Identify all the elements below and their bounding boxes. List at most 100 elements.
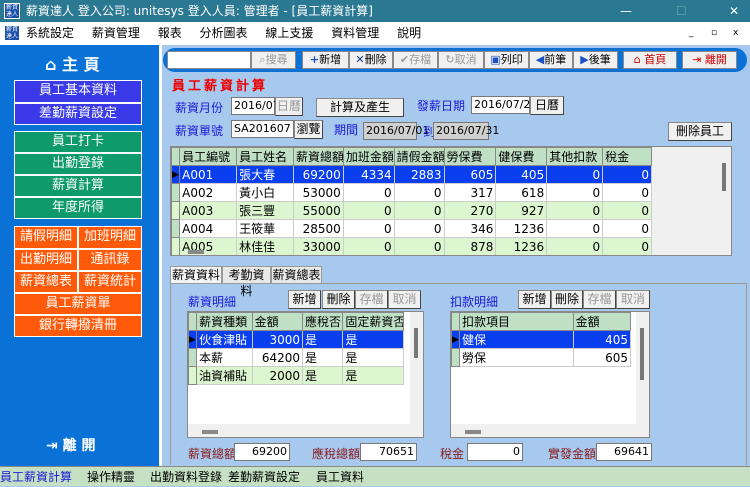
column-header[interactable]: 其他扣款 [546, 147, 604, 166]
salary-save-button[interactable]: 存檔 [355, 290, 388, 309]
home-link[interactable]: ⌂ 主 頁 [45, 51, 100, 75]
vertical-scrollbar[interactable] [722, 163, 726, 191]
table-row[interactable]: 本薪 64200 是是 [188, 348, 404, 367]
row-indicator[interactable] [171, 237, 181, 255]
salary-delete-button[interactable]: 刪除 [322, 290, 355, 309]
sidebar-attendance-detail[interactable]: 出勤明細 [14, 249, 78, 271]
sidebar-bank-transfer[interactable]: 銀行轉撥清冊 [14, 315, 142, 337]
table-cell[interactable]: 0 [342, 237, 395, 255]
table-cell[interactable]: 1236 [495, 219, 548, 238]
menu-salary[interactable]: 薪資管理 [92, 22, 140, 45]
cancel-button[interactable]: ↻取消 [438, 51, 484, 69]
salary-add-button[interactable]: 新增 [288, 290, 321, 309]
table-cell[interactable]: 0 [393, 219, 445, 238]
table-cell[interactable]: A002 [179, 183, 238, 202]
column-header[interactable]: 加班金額 [342, 147, 395, 166]
table-cell[interactable]: 油資補貼 [196, 366, 253, 385]
horizontal-scrollbar[interactable] [202, 430, 218, 434]
column-header[interactable]: 勞保費 [443, 147, 497, 166]
table-row[interactable]: 勞保 605 [451, 348, 632, 367]
table-cell[interactable]: 王筱華 [236, 219, 294, 238]
status-tab-employee-data[interactable]: 員工資料 [316, 467, 364, 487]
table-cell[interactable]: 林佳佳 [236, 237, 294, 255]
search-input[interactable] [167, 51, 251, 69]
sidebar-salary-stats[interactable]: 薪資統計 [78, 271, 142, 293]
menu-data[interactable]: 資料管理 [331, 22, 379, 45]
salary-cancel-button[interactable]: 取消 [388, 290, 421, 309]
table-cell[interactable]: 405 [572, 330, 632, 349]
row-indicator[interactable] [171, 201, 181, 220]
table-cell[interactable]: 0 [342, 183, 395, 202]
row-indicator[interactable] [188, 366, 198, 385]
table-row[interactable]: A003 張三豐 55000 0 0 270 927 0 0 [171, 201, 652, 220]
row-indicator[interactable]: ▶ [171, 165, 181, 184]
table-cell[interactable]: 0 [393, 237, 445, 255]
table-cell[interactable]: 0 [546, 201, 604, 220]
sidebar-overtime-detail[interactable]: 加班明細 [78, 226, 142, 249]
table-cell[interactable]: 317 [443, 183, 497, 202]
sidebar-salary-summary[interactable]: 薪資總表 [14, 271, 78, 293]
table-row[interactable]: A005 林佳佳 33000 0 0 878 1236 0 0 [171, 237, 652, 255]
column-header[interactable]: 扣款項目 [459, 312, 574, 331]
table-cell[interactable]: 69200 [293, 165, 344, 184]
table-row[interactable]: A004 王筱華 28500 0 0 346 1236 0 0 [171, 219, 652, 238]
prev-button[interactable]: ◀前筆 [529, 51, 573, 69]
table-cell[interactable]: 本薪 [196, 348, 253, 367]
table-cell[interactable]: 黃小白 [236, 183, 294, 202]
table-cell[interactable]: 0 [602, 183, 652, 202]
row-indicator[interactable] [451, 348, 461, 367]
table-cell[interactable]: 618 [495, 183, 548, 202]
table-row[interactable]: ▶ 健保 405 [451, 330, 632, 349]
add-button[interactable]: +新增 [302, 51, 349, 69]
menu-support[interactable]: 線上支援 [265, 22, 313, 45]
column-header[interactable]: 金額 [572, 312, 632, 331]
table-row[interactable]: ▶ A001 張大春 69200 4334 2883 605 405 0 0 [171, 165, 652, 184]
sidebar-employee-basic[interactable]: 員工基本資料 [14, 80, 142, 103]
table-cell[interactable]: 0 [602, 165, 652, 184]
table-cell[interactable]: 0 [342, 201, 395, 220]
menu-system[interactable]: 系統設定 [26, 22, 74, 45]
vertical-scrollbar[interactable] [414, 328, 418, 358]
table-cell[interactable]: 1236 [495, 237, 548, 255]
table-cell[interactable]: 0 [546, 219, 604, 238]
table-cell[interactable]: 是 [302, 348, 344, 367]
table-cell[interactable]: 是 [342, 366, 404, 385]
table-cell[interactable]: 3000 [251, 330, 304, 349]
table-cell[interactable]: 0 [602, 201, 652, 220]
tab-attendance-data[interactable]: 考勤資料 [222, 266, 271, 298]
deduction-delete-button[interactable]: 刪除 [551, 290, 583, 309]
table-cell[interactable]: 0 [602, 219, 652, 238]
table-cell[interactable]: 270 [443, 201, 497, 220]
table-cell[interactable]: A004 [179, 219, 238, 238]
pay-date-input[interactable]: 2016/07/28 [471, 96, 537, 114]
menu-charts[interactable]: 分析圖表 [200, 22, 248, 45]
close-button[interactable]: ✕ [729, 0, 739, 22]
table-cell[interactable]: 0 [342, 219, 395, 238]
horizontal-scrollbar[interactable] [188, 250, 204, 254]
table-cell[interactable]: 0 [546, 165, 604, 184]
table-cell[interactable]: 405 [495, 165, 548, 184]
row-indicator[interactable] [188, 348, 198, 367]
tab-salary-data[interactable]: 薪資資料 [170, 266, 222, 284]
deduction-save-button[interactable]: 存檔 [583, 290, 616, 309]
table-cell[interactable]: 伙食津貼 [196, 330, 253, 349]
vertical-scrollbar[interactable] [640, 328, 644, 380]
delete-button[interactable]: ✕刪除 [349, 51, 393, 69]
save-button[interactable]: ✔存檔 [393, 51, 438, 69]
table-row[interactable]: A002 黃小白 53000 0 0 317 618 0 0 [171, 183, 652, 202]
row-indicator[interactable]: ▶ [451, 330, 461, 349]
column-header[interactable]: 員工編號 [179, 147, 238, 166]
column-header[interactable]: 應稅否 [302, 312, 344, 331]
status-tab-salary-calc[interactable]: 員工薪資計算 [0, 467, 72, 487]
deduction-cancel-button[interactable]: 取消 [616, 290, 650, 309]
month-calendar-button[interactable]: 日曆 [275, 97, 303, 116]
table-cell[interactable]: 605 [572, 348, 632, 367]
column-header[interactable]: 金額 [251, 312, 304, 331]
sidebar-salary-calc[interactable]: 薪資計算 [14, 175, 142, 197]
column-header[interactable]: 員工姓名 [236, 147, 294, 166]
table-cell[interactable]: 勞保 [459, 348, 574, 367]
delete-employee-button[interactable]: 刪除員工 [668, 122, 732, 141]
table-cell[interactable]: A003 [179, 201, 238, 220]
table-cell[interactable]: 0 [393, 183, 445, 202]
table-cell[interactable]: 0 [546, 183, 604, 202]
